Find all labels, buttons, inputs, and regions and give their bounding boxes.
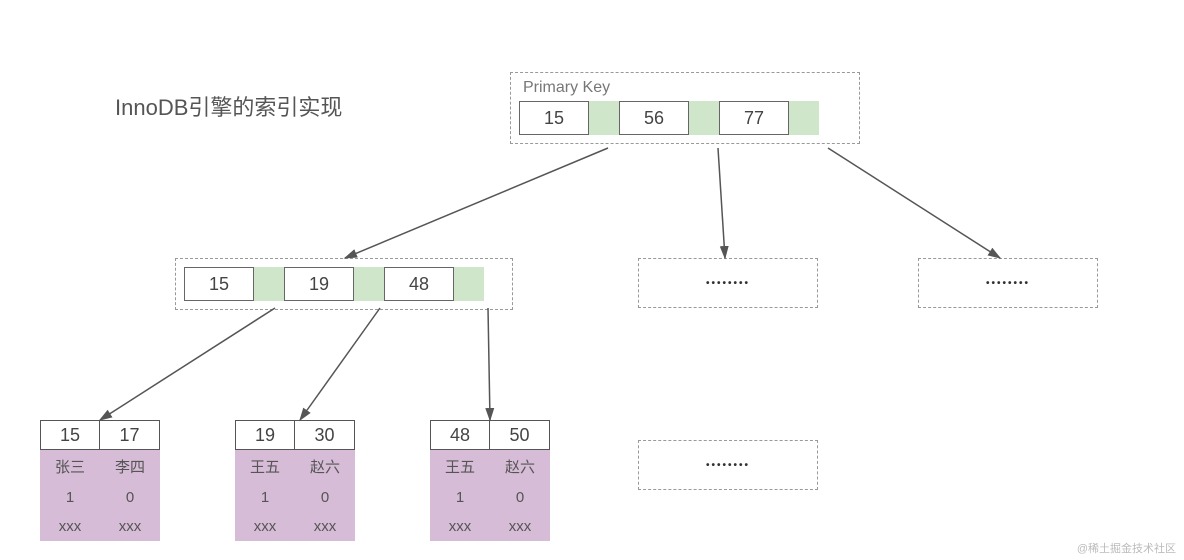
leaf-key: 48 — [430, 420, 490, 450]
leaf-cell: xxx — [40, 512, 100, 541]
ellipsis-node: •••••••• — [638, 258, 818, 308]
leaf-cell: xxx — [235, 512, 295, 541]
leaf-key: 30 — [295, 420, 355, 450]
root-label: Primary Key — [523, 79, 851, 97]
root-key: 15 — [519, 101, 589, 135]
internal-ptr — [354, 267, 384, 301]
leaf-cell: xxx — [490, 512, 550, 541]
leaf-node: 19 30 王五赵六 10 xxxxxx — [235, 420, 355, 541]
diagram-title: InnoDB引擎的索引实现 — [115, 90, 342, 122]
root-key: 56 — [619, 101, 689, 135]
leaf-cell: 王五 — [235, 450, 295, 483]
root-ptr — [589, 101, 619, 135]
root-slots: 15 56 77 — [519, 101, 851, 135]
leaf-key: 50 — [490, 420, 550, 450]
ellipsis-icon: •••••••• — [986, 278, 1030, 289]
leaf-node: 48 50 王五赵六 10 xxxxxx — [430, 420, 550, 541]
internal-key: 19 — [284, 267, 354, 301]
internal-ptr — [254, 267, 284, 301]
leaf-cell: xxx — [295, 512, 355, 541]
watermark: @稀土掘金技术社区 — [1077, 540, 1176, 556]
leaf-data: 张三李四 10 xxxxxx — [40, 450, 160, 541]
internal-node: 15 19 48 — [175, 258, 513, 310]
leaf-cell: 王五 — [430, 450, 490, 483]
leaf-cell: 0 — [490, 483, 550, 512]
root-ptr — [689, 101, 719, 135]
root-key: 77 — [719, 101, 789, 135]
root-ptr — [789, 101, 819, 135]
leaf-cell: 赵六 — [490, 450, 550, 483]
leaf-cell: 李四 — [100, 450, 160, 483]
leaf-cell: 1 — [430, 483, 490, 512]
ellipsis-icon: •••••••• — [706, 460, 750, 471]
ellipsis-icon: •••••••• — [706, 278, 750, 289]
leaf-key: 17 — [100, 420, 160, 450]
internal-slots: 15 19 48 — [184, 267, 504, 301]
internal-ptr — [454, 267, 484, 301]
leaf-data: 王五赵六 10 xxxxxx — [430, 450, 550, 541]
leaf-cell: xxx — [100, 512, 160, 541]
leaf-key: 19 — [235, 420, 295, 450]
ellipsis-node: •••••••• — [638, 440, 818, 490]
root-node: Primary Key 15 56 77 — [510, 72, 860, 144]
leaf-data: 王五赵六 10 xxxxxx — [235, 450, 355, 541]
internal-key: 15 — [184, 267, 254, 301]
ellipsis-node: •••••••• — [918, 258, 1098, 308]
leaf-key: 15 — [40, 420, 100, 450]
internal-key: 48 — [384, 267, 454, 301]
leaf-cell: 赵六 — [295, 450, 355, 483]
leaf-node: 15 17 张三李四 10 xxxxxx — [40, 420, 160, 541]
leaf-cell: 1 — [40, 483, 100, 512]
leaf-cell: 0 — [295, 483, 355, 512]
leaf-cell: 0 — [100, 483, 160, 512]
leaf-cell: 1 — [235, 483, 295, 512]
leaf-cell: xxx — [430, 512, 490, 541]
leaf-cell: 张三 — [40, 450, 100, 483]
